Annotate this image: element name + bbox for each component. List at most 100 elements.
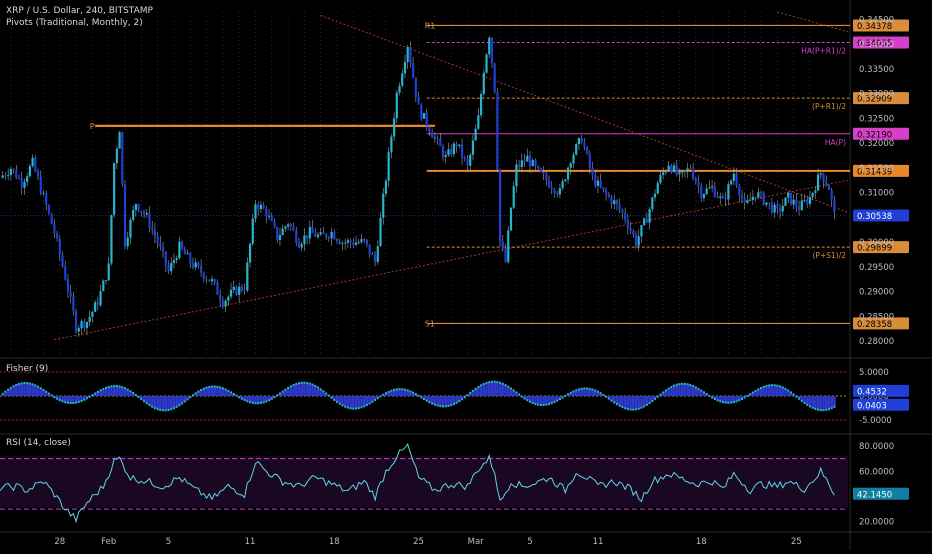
fisher-bar [771, 385, 774, 396]
fisher-trigger-dot [725, 402, 727, 404]
fisher-bar [251, 396, 254, 403]
candle-body [51, 213, 53, 224]
pivot-label: (P+R1)/2 [812, 102, 846, 111]
fisher-trigger-dot [809, 405, 811, 407]
fisher-trigger-dot [32, 383, 34, 385]
candle-body [162, 246, 164, 251]
candle-body [589, 153, 591, 167]
candle-body [238, 287, 240, 295]
fisher-trigger-dot [793, 393, 795, 395]
fisher-bar [203, 389, 206, 396]
fisher-trigger-dot [608, 398, 610, 400]
fisher-trigger-dot [437, 405, 439, 407]
fisher-trigger-dot [670, 386, 672, 388]
fisher-bar [624, 396, 627, 408]
fisher-trigger-dot [757, 388, 759, 390]
price-axis-tick: 0.33500 [859, 65, 894, 75]
fisher-bar [303, 383, 306, 396]
fisher-bar [781, 387, 784, 396]
candle-body [507, 230, 509, 262]
candle-body [542, 172, 544, 174]
fisher-bar [833, 396, 836, 407]
fisher-bar [167, 396, 170, 410]
price-axis-tick: 0.34000 [859, 40, 894, 50]
fisher-bar [784, 389, 787, 396]
fisher-trigger-dot [306, 382, 308, 384]
candle-body [350, 240, 352, 242]
candle-body [398, 86, 400, 93]
candle-body [461, 144, 463, 157]
fisher-trigger-dot [567, 393, 569, 395]
fisher-bar [697, 389, 700, 396]
candle-body [404, 62, 406, 73]
time-axis-tick: 28 [54, 537, 65, 547]
fisher-trigger-dot [320, 388, 322, 390]
candle-body [265, 209, 267, 217]
candle-body [309, 227, 311, 238]
fisher-value-text: 0.0403 [857, 401, 887, 411]
fisher-trigger-dot [812, 407, 814, 409]
candle-body [347, 240, 349, 242]
fisher-trigger-dot [78, 401, 80, 403]
time-axis-tick: 18 [696, 537, 707, 547]
candle-body [627, 220, 629, 228]
fisher-trigger-dot [450, 404, 452, 406]
fisher-trigger-dot [706, 393, 708, 395]
candle-body [727, 184, 729, 199]
candle-body [61, 255, 63, 267]
fisher-trigger-dot [238, 396, 240, 398]
fisher-trigger-dot [719, 400, 721, 402]
fisher-bar [762, 387, 765, 396]
candle-body [450, 149, 452, 154]
fisher-trigger-dot [108, 386, 110, 388]
candle-body [765, 202, 767, 204]
fisher-bar [811, 396, 814, 408]
candle-body [295, 231, 297, 243]
fisher-bar [434, 396, 437, 405]
candle-body [567, 168, 569, 180]
fisher-trigger-dot [833, 406, 835, 408]
fisher-bar [298, 383, 301, 396]
candle-body [681, 171, 683, 173]
fisher-trigger-dot [502, 383, 504, 385]
fisher-trigger-dot [257, 402, 259, 404]
time-axis-tick: 25 [413, 537, 424, 547]
fisher-trigger-dot [203, 388, 205, 390]
fisher-trigger-dot [151, 406, 153, 408]
fisher-trigger-dot [423, 398, 425, 400]
candle-body [249, 244, 251, 263]
candle-body [518, 165, 520, 167]
candle-body [790, 193, 792, 205]
fisher-trigger-dot [594, 389, 596, 391]
fisher-trigger-dot [651, 400, 653, 402]
fisher-trigger-dot [165, 409, 167, 411]
candle-body [407, 47, 409, 62]
fisher-trigger-dot [823, 409, 825, 411]
candle-body [483, 73, 485, 94]
fisher-trigger-dot [249, 401, 251, 403]
fisher-bar [151, 396, 154, 407]
fisher-trigger-dot [738, 399, 740, 401]
fisher-trigger-dot [572, 390, 574, 392]
candle-body [80, 321, 82, 328]
candle-body [665, 171, 667, 173]
fisher-trigger-dot [75, 402, 77, 404]
fisher-axis-tick: -5.0000 [859, 416, 892, 426]
candle-body [355, 243, 357, 245]
fisher-bar [37, 387, 40, 396]
fisher-trigger-dot [62, 400, 64, 402]
candle-body [831, 190, 833, 200]
candle-body [670, 166, 672, 172]
candle-body [148, 213, 150, 228]
fisher-trigger-dot [640, 407, 642, 409]
rsi-axis-tick: 20.0000 [859, 518, 894, 528]
fisher-bar [632, 396, 635, 410]
fisher-bar [355, 396, 358, 409]
fisher-trigger-dot [119, 385, 121, 387]
fisher-bar [820, 396, 823, 410]
fisher-trigger-dot [374, 399, 376, 401]
candle-body [556, 193, 558, 194]
candle-body [480, 94, 482, 115]
fisher-bar [493, 382, 496, 396]
fisher-trigger-dot [513, 389, 515, 391]
